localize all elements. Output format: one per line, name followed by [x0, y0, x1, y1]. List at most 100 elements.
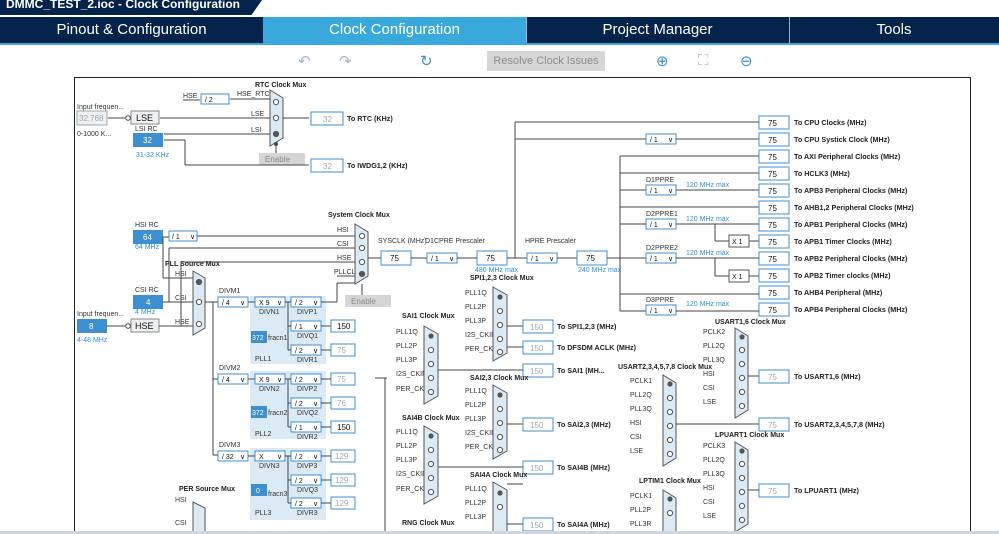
- redo-icon[interactable]: ↷: [339, 52, 352, 70]
- d3ppre-dropdown-icon[interactable]: ∨: [668, 308, 673, 315]
- divr2-output-value: 150: [337, 423, 351, 432]
- divp2-value: / 2: [295, 377, 303, 384]
- toolbar: ↶ ↷ ↻ Resolve Clock Issues ⊕ ⛶ ⊖: [0, 45, 999, 77]
- fracn1-value: 372: [252, 335, 264, 342]
- sai1-input-pll1q: PLL1Q: [396, 329, 418, 336]
- divn2-label: DIVN2: [259, 386, 280, 393]
- divn1-value: X 9: [259, 300, 270, 307]
- divp3-output-value: 129: [335, 452, 349, 461]
- hse-input-label: Input frequen...: [77, 311, 124, 318]
- rtc-hse-rtc-label: HSE_RTC: [237, 91, 270, 98]
- lse-range: 0-1000 K...: [77, 131, 111, 138]
- fracn3-value: 0: [256, 488, 260, 495]
- sai23-mux-title: SAI2,3 Clock Mux: [470, 375, 528, 382]
- cpu-systick-value: 75: [768, 136, 777, 145]
- refresh-icon[interactable]: ↻: [420, 52, 433, 70]
- sysmux-hsi-label: HSI: [337, 227, 349, 234]
- d1ppre-dropdown-icon[interactable]: ∨: [668, 188, 673, 195]
- tab-clock-configuration[interactable]: Clock Configuration: [263, 17, 527, 43]
- divp1-value: / 2: [295, 300, 303, 307]
- ahb4-value: 75: [768, 289, 777, 298]
- d2ppre2-dropdown-icon[interactable]: ∨: [668, 256, 673, 263]
- divp1-dropdown-icon[interactable]: ∨: [313, 300, 318, 307]
- resolve-clock-issues-button[interactable]: Resolve Clock Issues: [487, 51, 605, 71]
- rtc-enable-label: Enable: [265, 155, 290, 164]
- pll1-label: PLL1: [255, 356, 271, 363]
- apb4-max: 120 MHz max: [686, 301, 730, 308]
- apb3-clocks-label: To APB3 Peripheral Clocks (MHz): [794, 186, 908, 195]
- divr1-dropdown-icon[interactable]: ∨: [313, 348, 318, 355]
- usart2-output-value: 75: [768, 421, 777, 430]
- d1cpre-dropdown-icon[interactable]: ∨: [449, 256, 454, 263]
- divm3-dropdown-icon[interactable]: ∨: [240, 454, 245, 461]
- apb2-clocks-value: 75: [768, 255, 777, 264]
- spi123-input-pll1q: PLL1Q: [465, 290, 487, 297]
- sai23-input-pll3p: PLL3P: [465, 416, 486, 423]
- divq2-dropdown-icon[interactable]: ∨: [313, 401, 318, 408]
- divn1-dropdown-icon[interactable]: ∨: [277, 300, 282, 307]
- hsi-value: 64: [143, 233, 152, 242]
- divn3-dropdown-icon[interactable]: ∨: [277, 454, 282, 461]
- divr2-dropdown-icon[interactable]: ∨: [313, 425, 318, 432]
- per-source-mux[interactable]: [192, 501, 206, 533]
- rtc-hse-label: HSE: [183, 93, 198, 100]
- apb1-max: 120 MHz max: [686, 216, 730, 223]
- lse-input-label: Input frequen...: [77, 104, 124, 111]
- spi123-output-label: To SPI1,2,3 (MHz): [557, 322, 617, 331]
- d1cpre-label: D1CPRE Prescaler: [425, 238, 486, 245]
- per-source-mux-title: PER Source Mux: [179, 486, 235, 493]
- divm2-dropdown-icon[interactable]: ∨: [240, 377, 245, 384]
- usart2-input-hsi: HSI: [630, 420, 642, 427]
- ahb12-clocks-value: 75: [768, 204, 777, 213]
- tab-pinout-configuration[interactable]: Pinout & Configuration: [0, 17, 264, 43]
- cpu-systick-label: To CPU Systick Clock (MHz): [794, 135, 890, 144]
- divp1-label: DIVP1: [297, 309, 317, 316]
- divr2-label: DIVR2: [297, 434, 318, 441]
- d2ppre1-dropdown-icon[interactable]: ∨: [668, 222, 673, 229]
- divm1-dropdown-icon[interactable]: ∨: [240, 300, 245, 307]
- per-hsi-label: HSI: [175, 497, 187, 504]
- hsi-divider-dropdown-icon[interactable]: ∨: [190, 234, 195, 241]
- usart16-output-value: 75: [768, 373, 777, 382]
- sai4b-input-i2s-ckin: I2S_CKIN: [396, 471, 427, 478]
- systick-dropdown-icon[interactable]: ∨: [668, 137, 673, 144]
- divn2-dropdown-icon[interactable]: ∨: [277, 377, 282, 384]
- spi123-input-pll3p: PLL3P: [465, 318, 486, 325]
- lsi-value: 32: [143, 136, 152, 145]
- divq3-dropdown-icon[interactable]: ∨: [313, 478, 318, 485]
- hsi-name: HSI RC: [135, 222, 159, 229]
- fit-screen-icon[interactable]: ⛶: [698, 52, 709, 69]
- sysmux-hse-label: HSE: [337, 255, 352, 262]
- zoom-in-icon[interactable]: ⊕: [656, 52, 669, 70]
- divr3-dropdown-icon[interactable]: ∨: [313, 501, 318, 508]
- tab-project-manager[interactable]: Project Manager: [526, 17, 790, 43]
- divr1-value: / 2: [295, 348, 303, 355]
- ahb4-label: To AHB4 Peripheral (MHz): [794, 288, 883, 297]
- divp3-dropdown-icon[interactable]: ∨: [313, 454, 318, 461]
- apb1-timer-label: To APB1 Timer Clocks (MHz): [794, 237, 892, 246]
- undo-icon[interactable]: ↶: [298, 52, 311, 70]
- tab-tools[interactable]: Tools: [789, 17, 999, 43]
- hsi-sub: 64 MHz: [135, 244, 160, 251]
- clock-tree-diagram: Input frequen... 32.768 0-1000 K... LSE …: [76, 82, 914, 533]
- divr3-output-value: 129: [335, 499, 349, 508]
- divq1-output-value: 150: [337, 322, 351, 331]
- d3ppre-value: / 1: [650, 308, 658, 315]
- fracn3-label: fracn3: [268, 491, 288, 498]
- usart2-mux-title: USART2,3,4,5,7,8 Clock Mux: [618, 364, 712, 371]
- apb2-timer-label: To APB2 Timer clocks (MHz): [794, 271, 891, 280]
- divq1-dropdown-icon[interactable]: ∨: [313, 324, 318, 331]
- sai1-output-label: To SAI1 (MH...: [557, 366, 605, 375]
- divp2-dropdown-icon[interactable]: ∨: [313, 377, 318, 384]
- zoom-out-icon[interactable]: ⊖: [740, 52, 753, 70]
- d1ppre-value: / 1: [650, 188, 658, 195]
- divq3-value: / 2: [295, 478, 303, 485]
- rtc-output-label: To RTC (KHz): [347, 114, 393, 123]
- clock-tree-canvas[interactable]: Input frequen... 32.768 0-1000 K... LSE …: [74, 77, 971, 533]
- apb2-timer-multiplier-value: X 1: [732, 274, 743, 281]
- hpre-dropdown-icon[interactable]: ∨: [549, 256, 554, 263]
- divr3-label: DIVR3: [297, 510, 318, 517]
- ahb12-clocks-label: To AHB1,2 Peripheral Clocks (MHz): [794, 203, 914, 212]
- window-title: DMMC_TEST_2.ioc - Clock Configuration: [6, 0, 241, 11]
- main-tabs: Pinout & Configuration Clock Configurati…: [0, 15, 999, 43]
